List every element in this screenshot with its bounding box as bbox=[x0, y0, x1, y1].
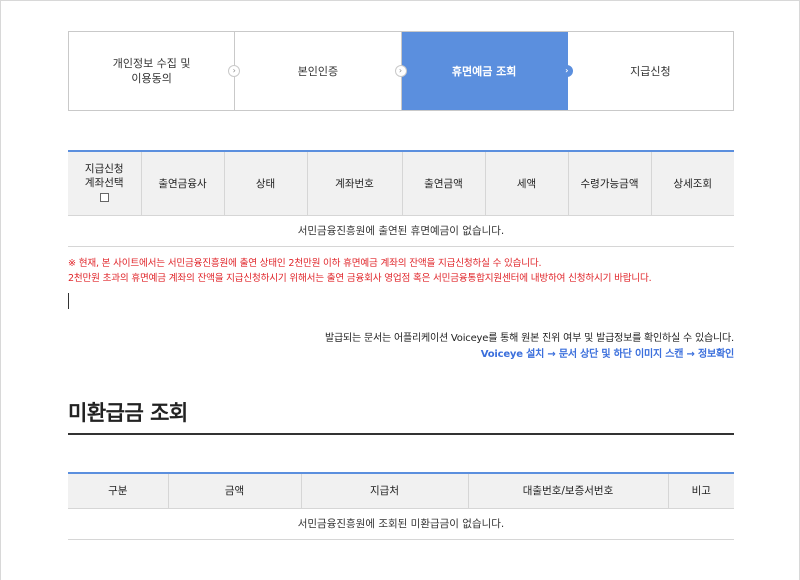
column-header: 대출번호/보증서번호 bbox=[467, 473, 668, 509]
step-label: 개인정보 수집 및 이용동의 bbox=[112, 57, 191, 85]
column-header: 계좌번호 bbox=[306, 151, 402, 216]
column-header: 지급처 bbox=[300, 473, 468, 509]
step-identity-verification: 본인인증 › bbox=[235, 32, 407, 110]
table-header-row: 지급신청 계좌선택 출연금융사 상태 계좌번호 출연금액 세액 수령가능금액 상… bbox=[68, 151, 734, 216]
table-row: 서민금융진흥원에 출연된 휴면예금이 없습니다. bbox=[68, 215, 734, 247]
column-header: 출연금액 bbox=[401, 151, 485, 216]
select-all-checkbox[interactable] bbox=[99, 192, 109, 202]
unpaid-refund-table: 구분 금액 지급처 대출번호/보증서번호 비고 서민금융진흥원에 조회된 미환급… bbox=[68, 472, 734, 540]
column-header: 구분 bbox=[68, 473, 168, 509]
column-header: 상세조회 bbox=[650, 151, 734, 216]
empty-message: 서민금융진흥원에 조회된 미환급금이 없습니다. bbox=[68, 508, 734, 540]
column-header: 지급신청 계좌선택 bbox=[84, 162, 124, 189]
table-row: 서민금융진흥원에 조회된 미환급금이 없습니다. bbox=[68, 508, 734, 540]
voiceye-steps-link[interactable]: Voiceye 설치 → 문서 상단 및 하단 이미지 스캔 → 정보확인 bbox=[325, 347, 734, 363]
notice-line: ※ 현재, 본 사이트에서는 서민금융진흥원에 출연 상태인 2천만원 이하 휴… bbox=[68, 258, 542, 269]
dormant-deposit-table: 지급신청 계좌선택 출연금융사 상태 계좌번호 출연금액 세액 수령가능금액 상… bbox=[68, 150, 734, 247]
step-dormant-deposit-inquiry: 휴면예금 조회 › bbox=[401, 32, 573, 110]
chevron-right-icon: › bbox=[394, 65, 407, 77]
table-header-row: 구분 금액 지급처 대출번호/보증서번호 비고 bbox=[68, 473, 734, 509]
step-label: 지급신청 bbox=[630, 64, 671, 78]
step-label: 휴면예금 조회 bbox=[451, 64, 517, 78]
column-header: 세액 bbox=[484, 151, 568, 216]
step-payment-application: 지급신청 bbox=[567, 32, 733, 110]
section-title: 미환급금 조회 bbox=[68, 401, 188, 425]
step-consent: 개인정보 수집 및 이용동의 › bbox=[69, 32, 241, 110]
notice-text: ※ 현재, 본 사이트에서는 서민금융진흥원에 출연 상태인 2천만원 이하 휴… bbox=[68, 256, 748, 286]
step-label: 본인인증 bbox=[297, 64, 339, 78]
column-header: 상태 bbox=[223, 151, 307, 216]
notice-line: 2천만원 초과의 휴면예금 계좌의 잔액을 지급신청하시기 위해서는 출연 금융… bbox=[68, 273, 652, 284]
voiceye-info: 발급되는 문서는 어플리케이션 Voiceye를 통해 원본 진위 여부 및 발… bbox=[325, 331, 734, 363]
text-cursor bbox=[68, 293, 69, 309]
chevron-right-icon: › bbox=[560, 65, 573, 77]
step-indicator: 개인정보 수집 및 이용동의 › 본인인증 › 휴면예금 조회 › 지급신청 bbox=[68, 31, 734, 111]
column-header: 수령가능금액 bbox=[567, 151, 651, 216]
col-select-account: 지급신청 계좌선택 bbox=[68, 151, 141, 216]
voiceye-description: 발급되는 문서는 어플리케이션 Voiceye를 통해 원본 진위 여부 및 발… bbox=[324, 333, 734, 344]
section-divider bbox=[68, 433, 734, 435]
column-header: 금액 bbox=[167, 473, 301, 509]
empty-message: 서민금융진흥원에 출연된 휴면예금이 없습니다. bbox=[68, 215, 734, 247]
column-header: 출연금융사 bbox=[140, 151, 224, 216]
column-header: 비고 bbox=[667, 473, 734, 509]
